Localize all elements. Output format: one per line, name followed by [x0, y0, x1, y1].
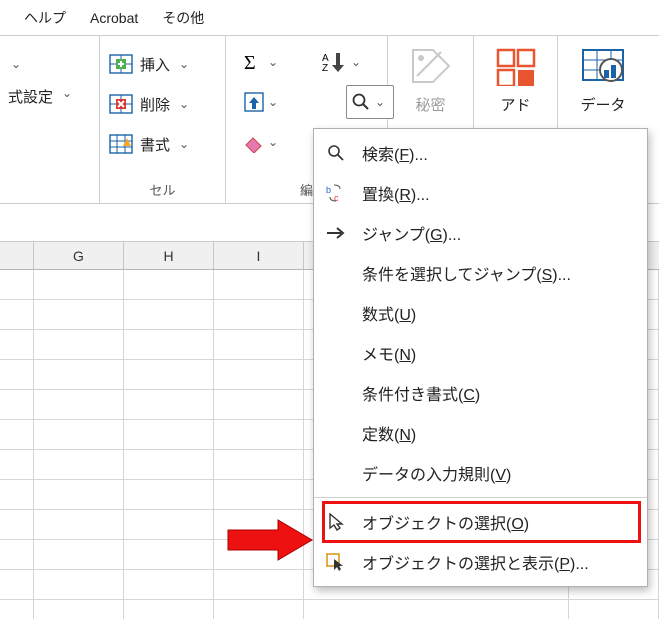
find-select-menu: 検索(F)... bc 置換(R)... ジャンプ(G)... 条件を選択してジ… — [313, 128, 648, 587]
replace-icon: bc — [324, 184, 348, 202]
group-label-cells: セル — [108, 181, 217, 201]
menu-item-notes[interactable]: メモ(N) — [314, 333, 647, 373]
col-header-i[interactable]: I — [214, 242, 304, 269]
col-header-g[interactable]: G — [34, 242, 124, 269]
search-icon — [324, 144, 348, 162]
menu-item-label: 検索(F)... — [362, 141, 428, 165]
sensitivity-label: 秘密 — [415, 94, 445, 115]
tag-icon — [411, 48, 451, 86]
menu-item-label: 数式(U) — [362, 301, 416, 325]
menu-item-label: データの入力規則(V) — [362, 461, 511, 485]
insert-icon — [108, 52, 134, 76]
ribbon-group-cond-format: ⌄ 式設定 ⌄ — [0, 36, 100, 203]
menu-item-selection-pane[interactable]: オブジェクトの選択と表示(P)... — [314, 542, 647, 582]
menu-item-label: 条件を選択してジャンプ(S)... — [362, 261, 571, 285]
menu-separator — [314, 497, 647, 498]
menu-item-validation[interactable]: データの入力規則(V) — [314, 453, 647, 493]
menu-item-label: オブジェクトの選択(O) — [362, 510, 529, 534]
col-header[interactable] — [0, 242, 34, 269]
svg-text:Z: Z — [322, 63, 328, 73]
menu-item-goto-special[interactable]: 条件を選択してジャンプ(S)... — [314, 253, 647, 293]
chevron-down-icon: ⌄ — [265, 135, 281, 149]
svg-text:b: b — [326, 185, 331, 195]
menu-item-label: ジャンプ(G)... — [362, 221, 461, 245]
addins-label: アド — [500, 94, 530, 115]
menu-item-goto[interactable]: ジャンプ(G)... — [314, 213, 647, 253]
addins-icon — [496, 48, 536, 86]
menu-item-select-objects[interactable]: オブジェクトの選択(O) — [314, 502, 647, 542]
analyze-label: データ — [580, 94, 625, 115]
chevron-down-icon: ⌄ — [265, 55, 281, 69]
menu-item-label: メモ(N) — [362, 341, 416, 365]
menu-item-label: 定数(N) — [362, 421, 416, 445]
chevron-down-icon: ⌄ — [176, 97, 192, 111]
analyze-icon — [581, 48, 625, 86]
tab-help[interactable]: ヘルプ — [24, 8, 66, 28]
chevron-down-icon: ⌄ — [265, 95, 281, 109]
chevron-down-icon: ⌄ — [372, 95, 388, 109]
menu-item-label: 条件付き書式(C) — [362, 381, 480, 405]
selection-pane-icon — [324, 553, 348, 571]
svg-text:Σ: Σ — [244, 52, 256, 73]
tab-acrobat[interactable]: Acrobat — [90, 10, 138, 26]
delete-icon — [108, 92, 134, 116]
chevron-down-icon: ⌄ — [59, 86, 75, 100]
col-header-h[interactable]: H — [124, 242, 214, 269]
chevron-down-icon: ⌄ — [176, 137, 192, 151]
ribbon-group-cells: 挿入 ⌄ 削除 ⌄ — [100, 36, 226, 203]
chevron-down-icon: ⌄ — [348, 55, 364, 69]
chevron-down-icon: ⌄ — [8, 57, 24, 71]
group-label — [8, 181, 91, 201]
tab-other[interactable]: その他 — [162, 8, 204, 28]
insert-label: 挿入 — [140, 54, 170, 75]
arrow-right-icon — [324, 226, 348, 240]
menu-item-formulas[interactable]: 数式(U) — [314, 293, 647, 333]
insert-button[interactable]: 挿入 ⌄ — [108, 42, 217, 82]
clear-button[interactable]: ⌄ — [234, 122, 290, 162]
autosum-button[interactable]: Σ ⌄ — [234, 42, 290, 82]
ribbon-tab-strip: ヘルプ Acrobat その他 — [0, 0, 659, 36]
menu-item-constants[interactable]: 定数(N) — [314, 413, 647, 453]
menu-item-label: オブジェクトの選択と表示(P)... — [362, 550, 589, 574]
cond-format-label: 式設定 — [8, 86, 53, 107]
menu-item-label: 置換(R)... — [362, 181, 430, 205]
fill-button[interactable]: ⌄ — [234, 82, 290, 122]
delete-button[interactable]: 削除 ⌄ — [108, 82, 217, 122]
menu-item-find[interactable]: 検索(F)... — [314, 133, 647, 173]
cursor-icon — [324, 513, 348, 531]
format-label: 書式 — [140, 134, 170, 155]
find-select-button[interactable]: ⌄ — [346, 85, 394, 119]
menu-item-cond-format[interactable]: 条件付き書式(C) — [314, 373, 647, 413]
sort-filter-button[interactable]: A Z ⌄ — [290, 42, 396, 82]
cond-format-button[interactable]: ⌄ — [8, 42, 91, 82]
chevron-down-icon: ⌄ — [176, 57, 192, 71]
delete-label: 削除 — [140, 94, 170, 115]
format-icon — [108, 132, 134, 156]
menu-item-replace[interactable]: bc 置換(R)... — [314, 173, 647, 213]
format-button[interactable]: 書式 ⌄ — [108, 122, 217, 162]
